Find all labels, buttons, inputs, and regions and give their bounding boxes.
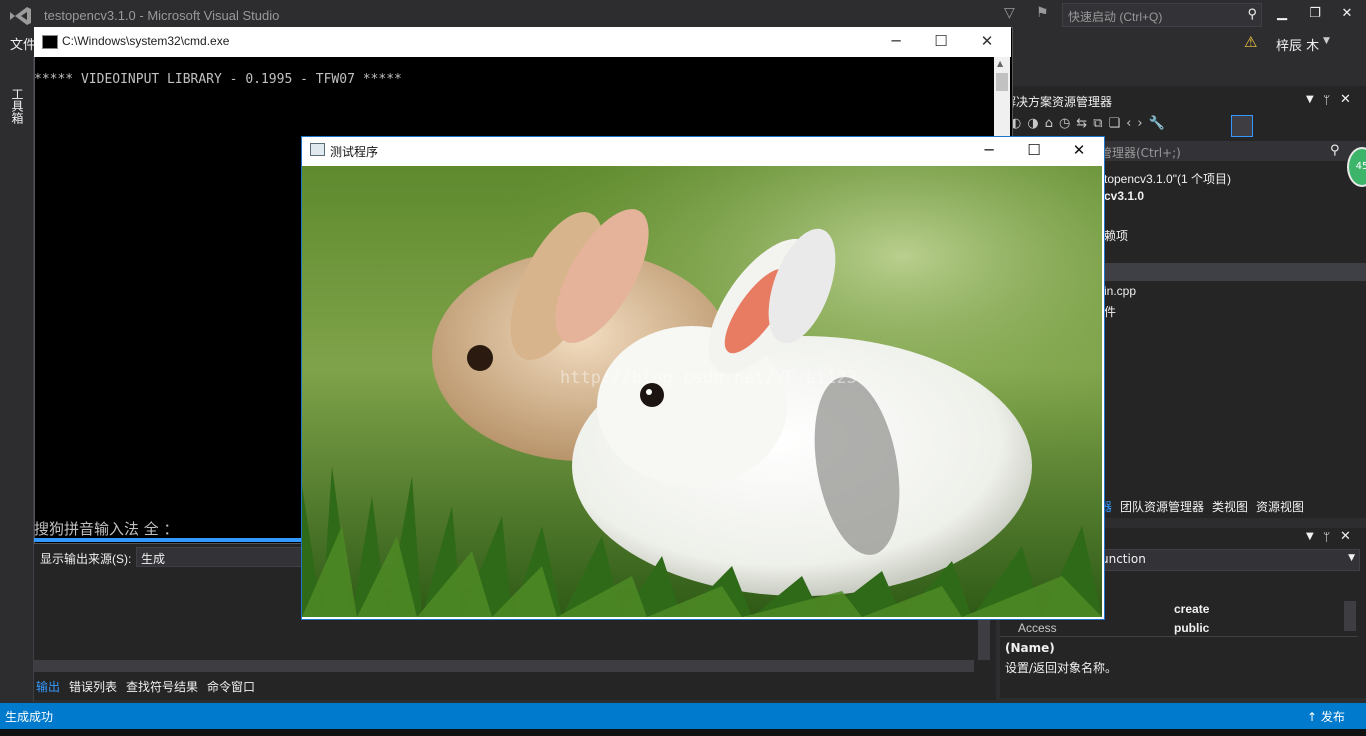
output-tabs: 输出 错误列表 查找符号结果 命令窗口	[36, 678, 264, 695]
filter-icon[interactable]: ▽	[1004, 5, 1015, 21]
restore-button[interactable]: ❐	[1303, 6, 1327, 21]
search-placeholder: 管理器(Ctrl+;)	[1100, 146, 1181, 160]
solution-node[interactable]: topencv3.1.0"(1 个项目)	[1104, 170, 1231, 187]
copy-icon[interactable]: ❏	[1109, 116, 1127, 131]
console-maximize-button[interactable]: ☐	[926, 32, 956, 50]
close-button[interactable]: ✕	[1335, 6, 1359, 21]
console-app-icon	[42, 35, 58, 49]
property-key: Access	[1018, 621, 1057, 635]
tab-find-symbol-results[interactable]: 查找符号结果	[126, 680, 198, 694]
panel-close-icon[interactable]: ✕	[1340, 92, 1351, 107]
window-title: testopencv3.1.0 - Microsoft Visual Studi…	[44, 8, 280, 23]
property-description: (Name) 设置/返回对象名称。	[1000, 636, 1358, 697]
console-output-line: ***** VIDEOINPUT LIBRARY - 0.1995 - TFW0…	[34, 72, 402, 87]
warning-icon[interactable]: ⚠	[1244, 33, 1257, 51]
props-combo-value: unction	[1101, 552, 1146, 566]
search-icon: ⚲	[1247, 6, 1257, 21]
property-value[interactable]: public	[1174, 621, 1209, 635]
toolbox-strip	[0, 56, 34, 702]
scroll-up-icon[interactable]: ▲	[997, 59, 1003, 68]
props-pin-icon[interactable]: ᛘ	[1323, 530, 1330, 544]
scroll-thumb[interactable]	[996, 73, 1008, 91]
tab-error-list[interactable]: 错误列表	[69, 680, 117, 694]
forward-icon[interactable]: ◑	[1027, 116, 1044, 131]
output-header-strip	[34, 538, 302, 542]
watermark-text: http://blog.csdn.net/YF_Li123	[560, 368, 857, 388]
output-source-select[interactable]: 生成	[136, 547, 308, 567]
visual-studio-logo-icon	[8, 5, 34, 27]
image-minimize-button[interactable]: ─	[974, 141, 1004, 159]
minimize-button[interactable]: ▁	[1270, 6, 1294, 21]
console-title: C:\Windows\system32\cmd.exe	[62, 34, 230, 48]
tab-class-view[interactable]: 类视图	[1212, 500, 1248, 514]
user-account[interactable]: 梓辰 木	[1276, 35, 1319, 54]
panel-menu-icon[interactable]: ▼	[1306, 94, 1314, 105]
image-window-app-icon	[310, 143, 325, 156]
status-text: 生成成功	[5, 710, 54, 724]
publish-label: 发布	[1320, 710, 1345, 724]
property-value[interactable]: create	[1174, 602, 1209, 616]
quick-launch-placeholder: 快速启动 (Ctrl+Q)	[1068, 10, 1163, 24]
arrow-up-icon: ↑	[1307, 710, 1318, 724]
publish-button[interactable]: ↑ 发布	[1307, 708, 1345, 725]
output-source-label: 显示输出来源(S):	[40, 552, 132, 566]
tab-team-explorer[interactable]: 团队资源管理器	[1120, 500, 1204, 514]
quick-launch-input[interactable]: 快速启动 (Ctrl+Q) ⚲	[1062, 3, 1262, 27]
pin-icon[interactable]: ᛘ	[1323, 93, 1330, 107]
taskbar	[0, 729, 1366, 736]
toolbox-tab[interactable]: 工具箱	[8, 88, 26, 124]
chevron-down-icon: ▼	[1348, 553, 1355, 563]
history-icon[interactable]: ◷	[1059, 116, 1076, 131]
feedback-icon[interactable]: ⚑	[1036, 5, 1049, 21]
project-node[interactable]: cv3.1.0	[1104, 189, 1144, 203]
wrench-icon[interactable]: 🔧	[1149, 116, 1171, 131]
search-icon[interactable]: ⚲	[1330, 143, 1340, 158]
tree-node-main-cpp[interactable]: in.cpp	[1104, 284, 1136, 298]
solution-explorer-title: 解决方案资源管理器	[1004, 95, 1113, 109]
home-icon[interactable]: ⌂	[1045, 116, 1059, 131]
image-maximize-button[interactable]: ☐	[1019, 141, 1049, 159]
sync-icon[interactable]: ⇆	[1076, 116, 1093, 131]
collapse-icon[interactable]: ⧉	[1093, 116, 1108, 131]
description-title: (Name)	[1005, 641, 1055, 655]
tab-command-window[interactable]: 命令窗口	[207, 680, 255, 694]
props-close-icon[interactable]: ✕	[1340, 529, 1351, 544]
output-vertical-scrollbar[interactable]	[978, 616, 990, 660]
tab-resource-view[interactable]: 资源视图	[1256, 500, 1304, 514]
status-bar	[0, 703, 1366, 729]
tree-node-dependencies[interactable]: 赖项	[1104, 227, 1128, 244]
menu-file[interactable]: 文件	[10, 34, 36, 53]
props-menu-icon[interactable]: ▼	[1306, 531, 1314, 542]
console-minimize-button[interactable]: ─	[881, 32, 911, 50]
preview-toggle-icon[interactable]	[1231, 115, 1253, 137]
props-scrollbar[interactable]	[1344, 601, 1356, 631]
ime-status-line: 搜狗拼音输入法 全 ：	[34, 520, 179, 538]
image-window-title: 测试程序	[330, 145, 379, 159]
console-close-button[interactable]: ✕	[972, 32, 1002, 50]
image-close-button[interactable]: ✕	[1064, 141, 1094, 159]
rabbits-photo	[302, 166, 1102, 617]
chevron-down-icon[interactable]: ▼	[1323, 36, 1330, 46]
solution-explorer-toolbar: ◐◑⌂◷⇆⧉❏‹›🔧	[1010, 116, 1171, 131]
output-horizontal-scrollbar[interactable]	[34, 660, 974, 672]
output-source-value: 生成	[141, 552, 166, 566]
tree-node-files[interactable]: 件	[1104, 303, 1116, 320]
code-icon[interactable]: ‹›	[1126, 116, 1148, 131]
description-text: 设置/返回对象名称。	[1005, 661, 1118, 675]
tab-output[interactable]: 输出	[36, 680, 60, 694]
explorer-tabs: 器团队资源管理器 类视图 资源视图	[1100, 498, 1312, 515]
